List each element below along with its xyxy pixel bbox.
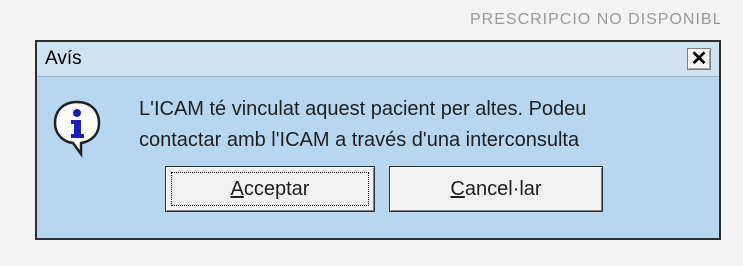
dialog-message: L'ICAM té vinculat aquest pacient per al… — [139, 94, 709, 156]
message-line-2: contactar amb l'ICAM a través d'una inte… — [139, 129, 580, 151]
dialog-title: Avís — [45, 48, 82, 69]
close-button[interactable]: ✕ — [687, 48, 711, 70]
background-window-fragment: PRESCRIPCIO NO DISPONIBLE — [470, 11, 720, 28]
information-icon — [53, 100, 101, 158]
cancel-button[interactable]: Cancel·lar — [389, 166, 603, 212]
accept-button[interactable]: Acceptar — [165, 166, 375, 212]
cancel-button-label: Cancel·lar — [450, 177, 542, 200]
focus-indicator — [171, 172, 369, 206]
alert-dialog: Avís ✕ L'ICAM té vinculat aquest pacient… — [35, 40, 721, 240]
close-icon: ✕ — [690, 48, 708, 70]
message-line-1: L'ICAM té vinculat aquest pacient per al… — [139, 98, 587, 120]
dialog-titlebar: Avís ✕ — [37, 42, 719, 77]
